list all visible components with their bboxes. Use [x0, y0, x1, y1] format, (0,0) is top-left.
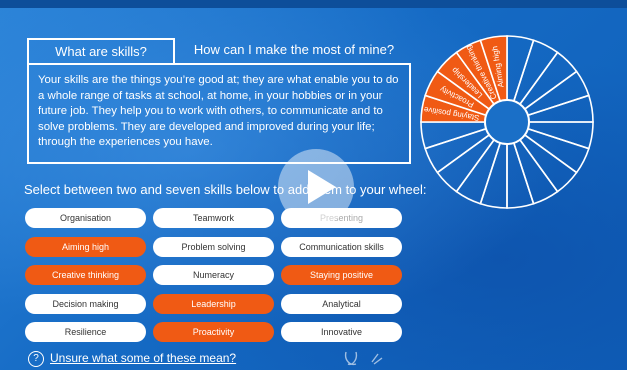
skill-aiming-high[interactable]: Aiming high — [25, 237, 146, 257]
skills-description: Your skills are the things you’re good a… — [27, 63, 411, 164]
top-bar — [0, 0, 627, 8]
play-icon — [308, 170, 336, 204]
wheel-segment — [436, 133, 496, 193]
skill-creative-thinking[interactable]: Creative thinking — [25, 265, 146, 285]
info-tabs: What are skills? How can I make the most… — [27, 38, 411, 64]
wheel-segment — [512, 138, 559, 205]
wheel-hub — [484, 99, 530, 145]
skill-proactivity[interactable]: Proactivity — [153, 322, 274, 342]
wheel-segment — [455, 138, 502, 205]
skill-problem-solving[interactable]: Problem solving — [153, 237, 274, 257]
skill-staying-positive[interactable]: Staying positive — [281, 265, 402, 285]
skill-numeracy[interactable]: Numeracy — [153, 265, 274, 285]
wheel-segment — [523, 127, 590, 174]
skills-wheel: Staying positiveProactivityLeadershipCre… — [420, 35, 594, 209]
tab-what-are-skills[interactable]: What are skills? — [27, 38, 175, 64]
wheel-segment — [424, 127, 491, 174]
tab-make-the-most[interactable]: How can I make the most of mine? — [177, 38, 411, 64]
skill-organisation[interactable]: Organisation — [25, 208, 146, 228]
skill-decision-making[interactable]: Decision making — [25, 294, 146, 314]
hands-doodle-icon — [344, 351, 383, 366]
wheel-segment — [523, 70, 590, 117]
skill-innovative[interactable]: Innovative — [281, 322, 402, 342]
wheel-segment — [518, 133, 578, 193]
select-instructions: Select between two and seven skills belo… — [24, 182, 427, 197]
wheel-segment — [512, 39, 559, 106]
skill-analytical[interactable]: Analytical — [281, 294, 402, 314]
play-video-button[interactable] — [278, 149, 354, 225]
skill-communication-skills[interactable]: Communication skills — [281, 237, 402, 257]
skill-teamwork[interactable]: Teamwork — [153, 208, 274, 228]
help-link[interactable]: Unsure what some of these mean? — [50, 351, 236, 365]
wheel-segment — [518, 51, 578, 111]
skill-leadership[interactable]: Leadership — [153, 294, 274, 314]
skill-resilience[interactable]: Resilience — [25, 322, 146, 342]
help-question-icon[interactable]: ? — [28, 351, 44, 367]
